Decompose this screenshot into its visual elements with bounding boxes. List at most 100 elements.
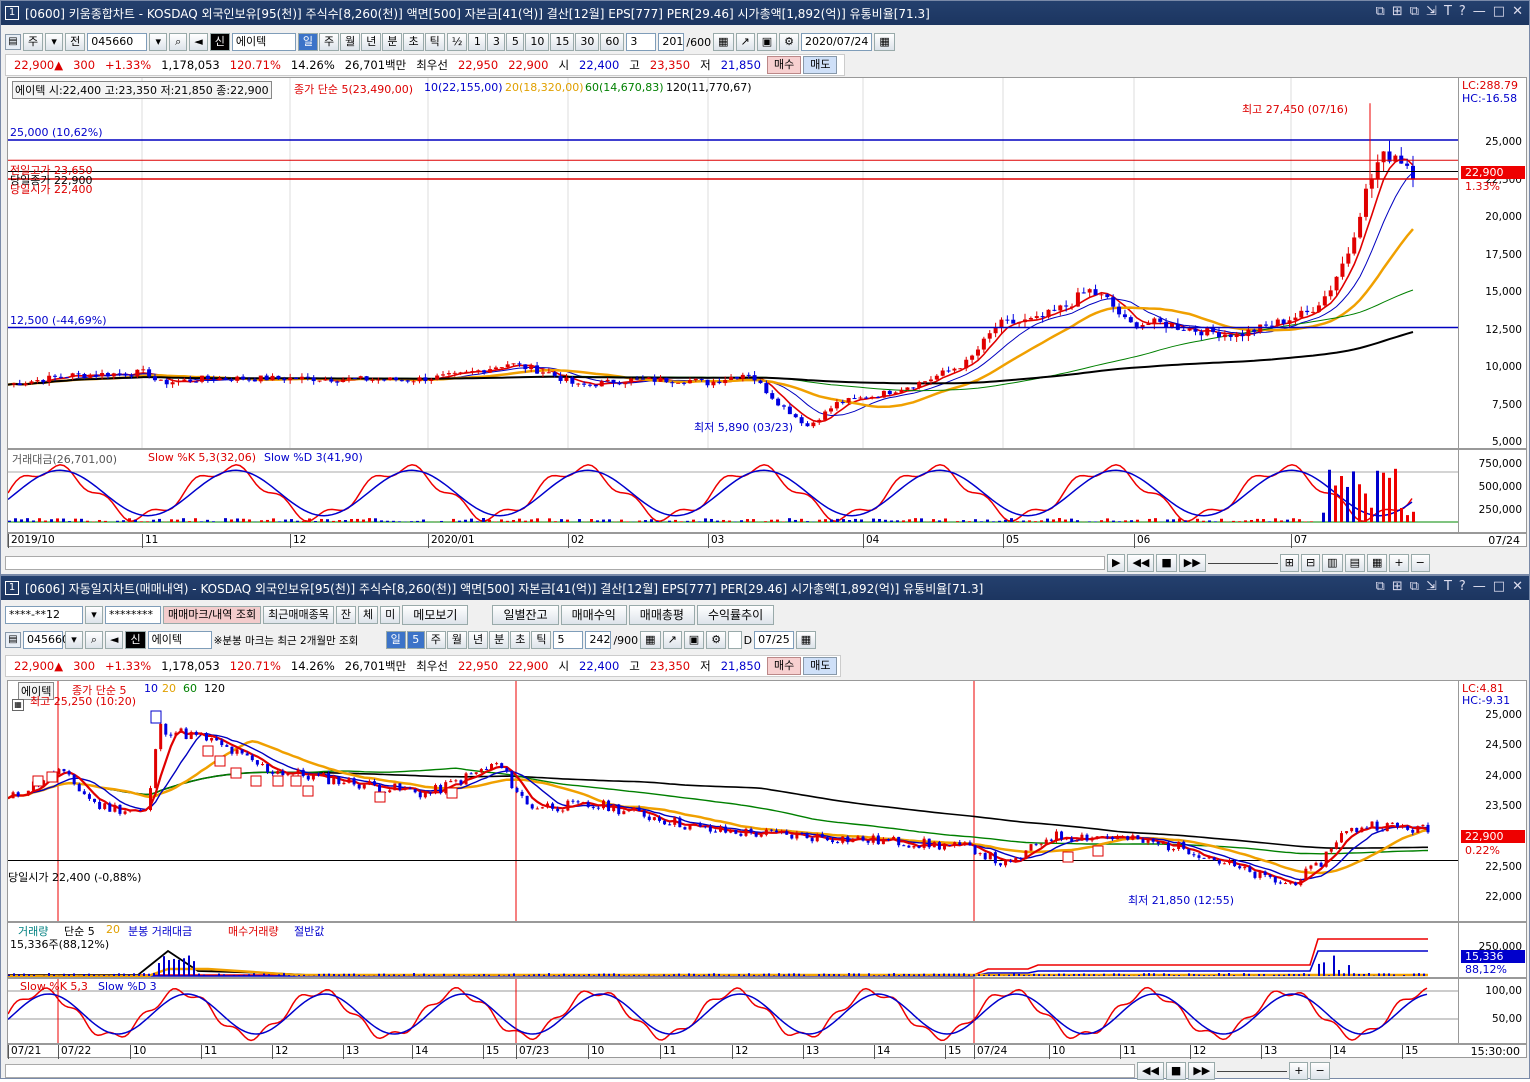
- stop-icon-2[interactable]: ■: [1166, 1062, 1186, 1080]
- grid-icon-2[interactable]: ⊞: [1392, 579, 1403, 594]
- layout-icon[interactable]: ▤: [5, 34, 21, 50]
- chart-icon-5[interactable]: ▦: [1367, 554, 1387, 572]
- forward-icon[interactable]: ▶▶: [1179, 554, 1206, 572]
- rewind-icon[interactable]: ◀◀: [1127, 554, 1154, 572]
- period-tab[interactable]: 틱: [425, 33, 445, 51]
- calendar-icon-2[interactable]: ▦: [796, 631, 816, 649]
- calendar-icon[interactable]: ▦: [874, 33, 894, 51]
- period-tab[interactable]: 월: [340, 33, 360, 51]
- trade-review-button[interactable]: 매매총평: [629, 605, 695, 625]
- period-tab[interactable]: 초: [403, 33, 423, 51]
- zoom-out-icon[interactable]: −: [1411, 554, 1430, 572]
- bottom-stoch-chart[interactable]: Slow %K 5,3 Slow %D 3 100,0050,00: [7, 978, 1527, 1044]
- text-icon[interactable]: T: [1444, 4, 1452, 19]
- speaker-icon[interactable]: ◄: [189, 33, 207, 51]
- unexec-tab[interactable]: 미: [380, 606, 400, 624]
- new-button[interactable]: 신: [210, 33, 230, 51]
- zoom-in-icon-2[interactable]: +: [1289, 1062, 1308, 1080]
- period-tab[interactable]: 5: [506, 33, 524, 51]
- draw-icon[interactable]: ↗: [736, 33, 755, 51]
- stop-icon[interactable]: ■: [1156, 554, 1176, 572]
- compare-icon[interactable]: ▦: [713, 33, 733, 51]
- speaker-icon-2[interactable]: ◄: [105, 631, 123, 649]
- period-tab[interactable]: 일: [298, 33, 318, 51]
- period-tab[interactable]: 틱: [531, 631, 551, 649]
- search-icon[interactable]: ⌕: [169, 33, 187, 51]
- sell-button-2[interactable]: 매도: [803, 657, 837, 675]
- zoom-out-icon-2[interactable]: −: [1310, 1062, 1329, 1080]
- buy-button-2[interactable]: 매수: [767, 657, 801, 675]
- new-button-2[interactable]: 신: [125, 631, 145, 649]
- range-input[interactable]: 201: [658, 33, 684, 51]
- code-input-2[interactable]: 045660: [23, 631, 63, 649]
- buy-button[interactable]: 매수: [767, 56, 801, 74]
- tile-icon[interactable]: ⧉: [1410, 4, 1419, 19]
- trade-profit-button[interactable]: 매매수익: [561, 605, 627, 625]
- save-icon-2[interactable]: ▣: [684, 631, 704, 649]
- minimize-icon[interactable]: —: [1473, 4, 1486, 19]
- period-tab[interactable]: 년: [468, 631, 488, 649]
- period-tab[interactable]: 1: [468, 33, 486, 51]
- bottom-price-chart[interactable]: 에이텍 종가 단순 5 10 20 60 120 ▦ 최고 25,250 (10…: [7, 680, 1527, 922]
- zoom-slider[interactable]: [1208, 563, 1278, 564]
- top-sub-chart[interactable]: 거래대금(26,701,00) Slow %K 5,3(32,06) Slow …: [7, 449, 1527, 533]
- forward-icon-2[interactable]: ▶▶: [1188, 1062, 1215, 1080]
- period-tab[interactable]: 초: [510, 631, 530, 649]
- minimize-icon-2[interactable]: —: [1473, 579, 1486, 594]
- period-tab[interactable]: 년: [361, 33, 381, 51]
- code-dropdown-icon[interactable]: ▾: [149, 33, 167, 51]
- range-input-2[interactable]: 242: [585, 631, 611, 649]
- period-tab[interactable]: 분: [382, 33, 402, 51]
- period-tab[interactable]: 월: [447, 631, 467, 649]
- recent-stock-button[interactable]: 최근매매종목: [263, 606, 334, 624]
- chart-icon-4[interactable]: ▤: [1345, 554, 1365, 572]
- grid-icon[interactable]: ⊞: [1392, 4, 1403, 19]
- account-dropdown-icon[interactable]: ▾: [85, 606, 103, 624]
- restore-icon-2[interactable]: ⧉: [1376, 579, 1385, 594]
- table-icon[interactable]: ▦: [12, 699, 24, 711]
- bottom-y-axis[interactable]: LC:4.81 HC:-9.31 25,00024,50024,00023,50…: [1458, 681, 1526, 921]
- account-input[interactable]: ****-**12: [5, 606, 83, 624]
- return-trend-button[interactable]: 수익률추이: [697, 605, 774, 625]
- exec-tab[interactable]: 체: [358, 606, 378, 624]
- top-y-axis[interactable]: LC:288.79 HC:-16.58 25,00022,50020,00017…: [1458, 78, 1526, 448]
- top-scrollbar[interactable]: [5, 556, 1105, 570]
- maximize-icon[interactable]: □: [1493, 4, 1505, 19]
- period-tab[interactable]: 3: [487, 33, 505, 51]
- password-input[interactable]: ********: [105, 606, 161, 624]
- memo-button[interactable]: 메모보기: [402, 605, 468, 625]
- chart-icon-2[interactable]: ⊟: [1301, 554, 1320, 572]
- draw-icon-2[interactable]: ↗: [663, 631, 682, 649]
- rewind-icon-2[interactable]: ◀◀: [1137, 1062, 1164, 1080]
- zoom-slider-2[interactable]: [1217, 1071, 1287, 1072]
- daily-balance-button[interactable]: 일별잔고: [492, 605, 558, 625]
- period-tab[interactable]: 분: [489, 631, 509, 649]
- stoch-y-axis[interactable]: 100,0050,00: [1458, 979, 1526, 1043]
- interval-select[interactable]: 5: [407, 631, 425, 649]
- count-input-2[interactable]: 5: [553, 631, 583, 649]
- period-select[interactable]: 주: [23, 33, 43, 51]
- period-tab[interactable]: ½: [447, 33, 468, 51]
- tile-icon-2[interactable]: ⧉: [1410, 579, 1419, 594]
- period-tab[interactable]: 30: [575, 33, 599, 51]
- date-input[interactable]: 2020/07/24: [801, 33, 872, 51]
- vol-y-axis[interactable]: 250,000 15,336 88,12%: [1458, 923, 1526, 977]
- pin-icon-2[interactable]: ⇲: [1426, 579, 1437, 594]
- next-icon[interactable]: ▶: [1107, 554, 1125, 572]
- text-icon-2[interactable]: T: [1444, 579, 1452, 594]
- period-tab[interactable]: 10: [525, 33, 549, 51]
- pin-icon[interactable]: ⇲: [1426, 4, 1437, 19]
- balance-tab[interactable]: 잔: [336, 606, 356, 624]
- code-input[interactable]: 045660: [87, 33, 147, 51]
- bottom-scrollbar[interactable]: [5, 1064, 1135, 1078]
- close-icon[interactable]: ✕: [1512, 4, 1523, 19]
- close-icon-2[interactable]: ✕: [1512, 579, 1523, 594]
- settings-icon[interactable]: ⚙: [779, 33, 799, 51]
- period-tab[interactable]: 15: [550, 33, 574, 51]
- sell-button[interactable]: 매도: [803, 56, 837, 74]
- bottom-volume-chart[interactable]: 거래량 단순 5 20 분봉 거래대금 매수거래량 절반값 15,336주(88…: [7, 922, 1527, 978]
- count-input[interactable]: 3: [626, 33, 656, 51]
- settings-icon-2[interactable]: ⚙: [706, 631, 726, 649]
- period-tab[interactable]: 60: [600, 33, 624, 51]
- top-sub-y-axis[interactable]: 750,000500,000250,000: [1458, 450, 1526, 532]
